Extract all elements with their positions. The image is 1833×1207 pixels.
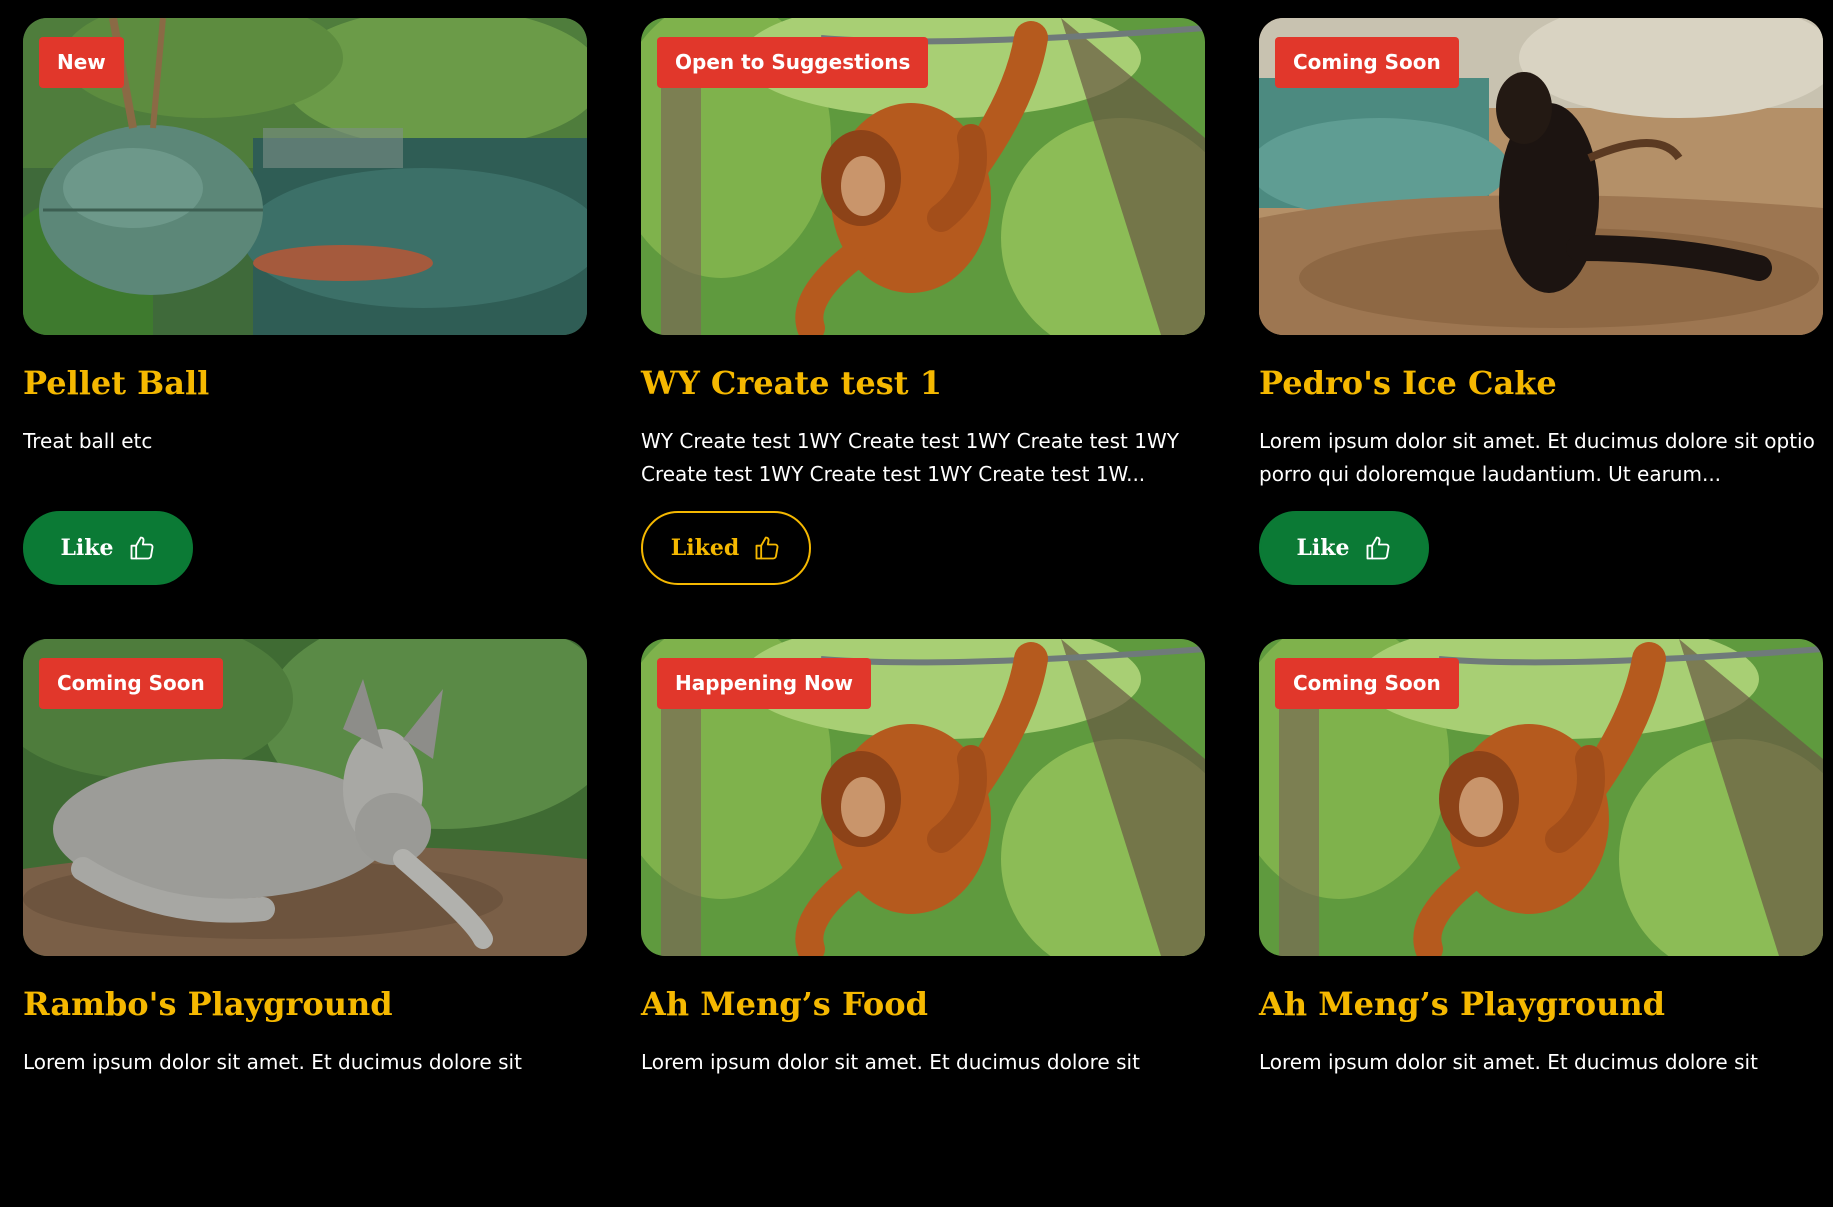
card-description: Treat ball etc xyxy=(23,429,153,453)
thumbs-up-icon xyxy=(128,534,156,562)
card-image[interactable]: New xyxy=(23,18,587,335)
activity-card-grid: New Pellet Ball Treat ball etc Like Open… xyxy=(23,18,1823,1207)
card-title[interactable]: Rambo's Playground xyxy=(23,984,587,1024)
thumbs-up-icon xyxy=(753,534,781,562)
thumbs-up-icon xyxy=(1364,534,1392,562)
activity-card[interactable]: New Pellet Ball Treat ball etc Like xyxy=(23,18,587,586)
card-description: Lorem ipsum dolor sit amet. Et ducimus d… xyxy=(23,1050,522,1074)
card-image[interactable]: Coming Soon xyxy=(1259,18,1823,335)
card-title[interactable]: Pellet Ball xyxy=(23,363,587,403)
activity-card[interactable]: Coming Soon Ah Meng’s Playground Lorem i… xyxy=(1259,639,1823,1207)
status-badge: Coming Soon xyxy=(1275,37,1459,88)
status-badge: Coming Soon xyxy=(39,658,223,709)
status-badge: Open to Suggestions xyxy=(657,37,929,88)
liked-button[interactable]: Liked xyxy=(641,511,811,585)
like-button[interactable]: Like xyxy=(23,511,193,585)
activity-card[interactable]: Coming Soon Pedro's Ice Cake Lorem ipsum… xyxy=(1259,18,1823,586)
like-button-label: Like xyxy=(1296,535,1350,561)
card-title[interactable]: WY Create test 1 xyxy=(641,363,1205,403)
activity-card[interactable]: Happening Now Ah Meng’s Food Lorem ipsum… xyxy=(641,639,1205,1207)
card-title[interactable]: Pedro's Ice Cake xyxy=(1259,363,1823,403)
like-button-label: Liked xyxy=(670,535,740,561)
card-image[interactable]: Happening Now xyxy=(641,639,1205,956)
card-description: WY Create test 1WY Create test 1WY Creat… xyxy=(641,429,1179,486)
card-image[interactable]: Coming Soon xyxy=(23,639,587,956)
card-description: Lorem ipsum dolor sit amet. Et ducimus d… xyxy=(1259,429,1815,486)
card-image[interactable]: Coming Soon xyxy=(1259,639,1823,956)
card-description: Lorem ipsum dolor sit amet. Et ducimus d… xyxy=(641,1050,1140,1074)
status-badge: Coming Soon xyxy=(1275,658,1459,709)
activity-card[interactable]: Coming Soon Rambo's Playground Lorem ips… xyxy=(23,639,587,1207)
status-badge: New xyxy=(39,37,124,88)
card-description: Lorem ipsum dolor sit amet. Et ducimus d… xyxy=(1259,1050,1758,1074)
status-badge: Happening Now xyxy=(657,658,871,709)
activity-card[interactable]: Open to Suggestions WY Create test 1 WY … xyxy=(641,18,1205,586)
card-title[interactable]: Ah Meng’s Food xyxy=(641,984,1205,1024)
card-image[interactable]: Open to Suggestions xyxy=(641,18,1205,335)
like-button[interactable]: Like xyxy=(1259,511,1429,585)
card-title[interactable]: Ah Meng’s Playground xyxy=(1259,984,1823,1024)
like-button-label: Like xyxy=(60,535,114,561)
